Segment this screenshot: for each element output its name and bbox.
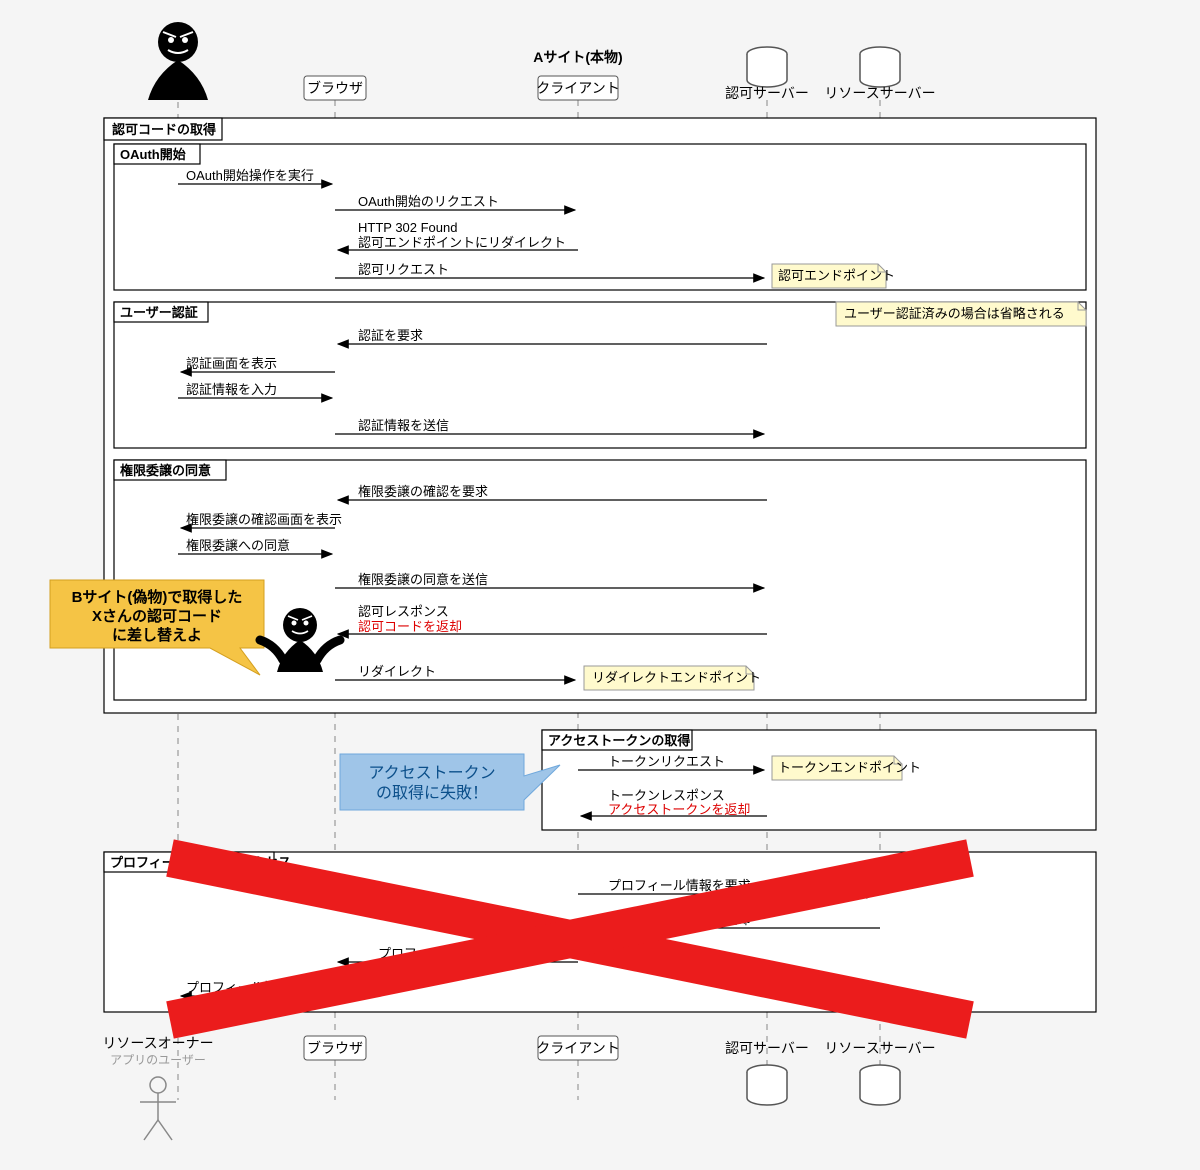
group-auth-code-label: 認可コードの取得 (112, 122, 216, 137)
group-token-label: アクセストークンの取得 (548, 733, 690, 748)
msg-m9: 権限委譲の確認を要求 (358, 484, 488, 499)
note-redirect-endpoint-label: リダイレクトエンドポイント (592, 670, 761, 685)
msg-m6: 認証画面を表示 (186, 356, 277, 371)
speech-yellow-l1: Bサイト(偽物)で取得した (72, 588, 243, 606)
site-a-title: Aサイト(本物) (533, 49, 622, 65)
db-auth-top (747, 47, 787, 87)
msg-m4: 認可リクエスト (358, 262, 449, 277)
group-oauth-start-label: OAuth開始 (120, 147, 186, 162)
actor-client-label: クライアント (536, 80, 619, 96)
db-resource-top (860, 47, 900, 87)
actor-browser-bottom-label: ブラウザ (307, 1040, 363, 1056)
db-resource-bottom (860, 1065, 900, 1105)
actor-resource-label: リソースサーバー (824, 85, 935, 101)
speech-blue-l2: の取得に失敗！ (376, 784, 488, 802)
msg-m1: OAuth開始操作を実行 (186, 168, 314, 183)
msg-m5: 認証を要求 (358, 328, 423, 343)
msg-m13a: 認可レスポンス (358, 604, 449, 619)
actor-resource-bottom-label: リソースサーバー (824, 1040, 935, 1056)
speech-yellow-l2: Xさんの認可コード (92, 607, 222, 625)
msg-m8: 認証情報を送信 (358, 418, 449, 433)
actor-auth-label: 認可サーバー (725, 85, 809, 101)
msg-m2: OAuth開始のリクエスト (358, 194, 499, 209)
attacker-icon-top (148, 22, 208, 100)
msg-m11: 権限委譲への同意 (186, 538, 290, 553)
note-auth-endpoint-label: 認可エンドポイント (778, 268, 895, 283)
msg-m7: 認証情報を入力 (186, 382, 277, 397)
actor-client-bottom-label: クライアント (536, 1040, 619, 1056)
msg-m12: 権限委譲の同意を送信 (358, 572, 488, 587)
note-token-endpoint-label: トークンエンドポイント (778, 760, 921, 775)
actor-attacker-sub: アプリのユーザー (110, 1053, 206, 1067)
msg-m16a: トークンレスポンス (608, 788, 725, 803)
msg-m3a: HTTP 302 Found (358, 220, 457, 235)
speech-blue-l1: アクセストークン (368, 764, 495, 782)
msg-m10: 権限委譲の確認画面を表示 (186, 512, 342, 527)
speech-blue: アクセストークン の取得に失敗！ (340, 754, 560, 810)
msg-m13b: 認可コードを返却 (358, 619, 462, 634)
group-user-auth-label: ユーザー認証 (120, 305, 198, 320)
group-consent-label: 権限委譲の同意 (120, 463, 211, 478)
stick-figure-icon (140, 1077, 176, 1140)
actor-auth-bottom-label: 認可サーバー (725, 1040, 809, 1056)
msg-m3b: 認可エンドポイントにリダイレクト (358, 235, 566, 250)
msg-m15: トークンリクエスト (608, 754, 725, 769)
actor-browser-label: ブラウザ (307, 80, 363, 96)
msg-m14: リダイレクト (358, 664, 436, 679)
actor-attacker-label: リソースオーナー (102, 1035, 213, 1051)
note-skip-auth-label: ユーザー認証済みの場合は省略される (844, 306, 1065, 321)
speech-yellow-l3: に差し替えよ (112, 626, 202, 644)
msg-m16b: アクセストークンを返却 (608, 802, 750, 817)
group-oauth-start (114, 144, 1086, 290)
db-auth-bottom (747, 1065, 787, 1105)
